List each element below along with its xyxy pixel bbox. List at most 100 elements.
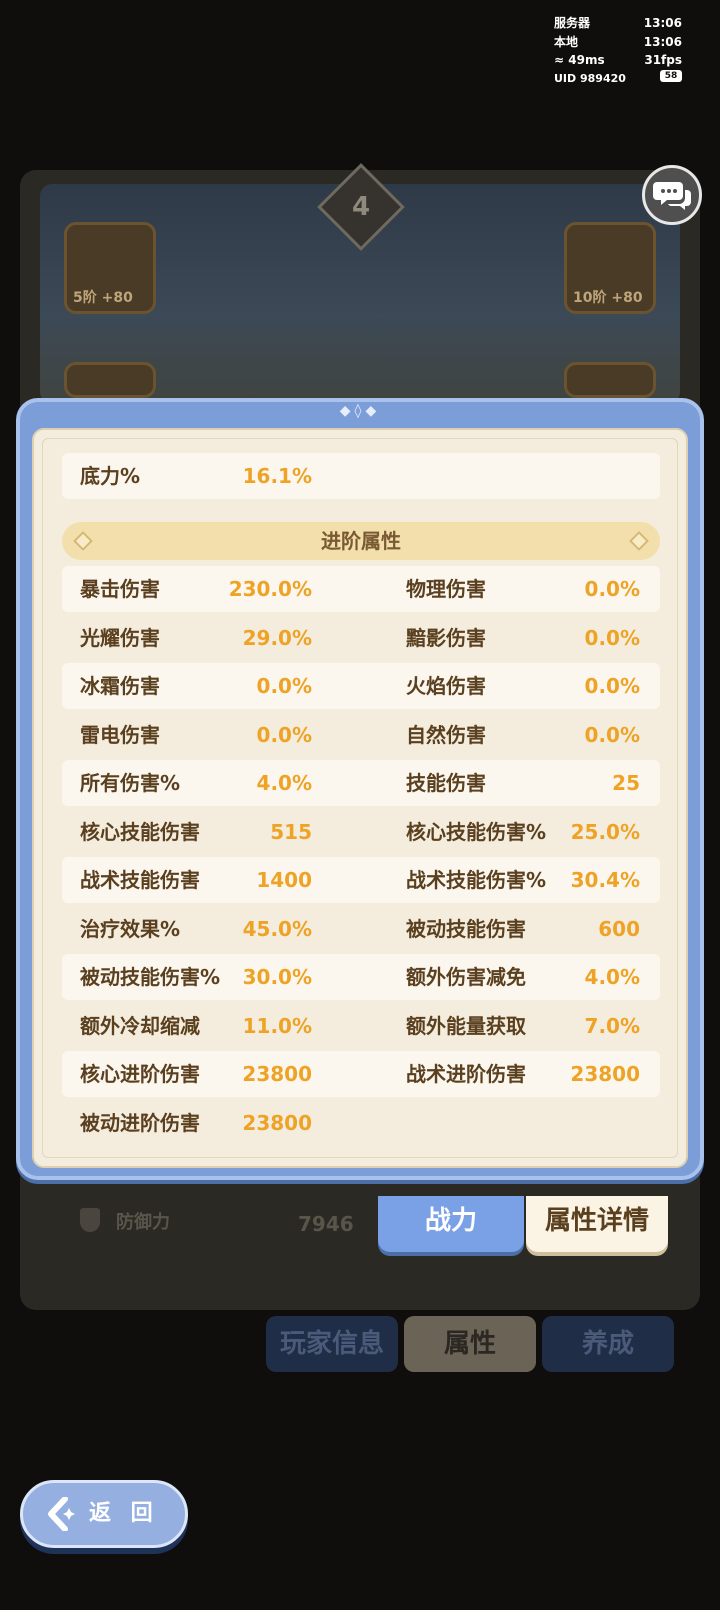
- stat-item: 光耀伤害 29.0%: [80, 615, 312, 661]
- stat-value: 515: [270, 820, 312, 844]
- stat-item: 被动技能伤害 600: [406, 906, 640, 952]
- stat-value: 4.0%: [584, 965, 640, 989]
- stat-value: 16.1%: [242, 464, 312, 488]
- ornament-icon: ◆◊◆: [339, 403, 381, 419]
- tab-attributes[interactable]: 属性: [404, 1316, 536, 1372]
- tab-combat-power[interactable]: 战力: [378, 1196, 524, 1252]
- local-label: 本地: [554, 34, 579, 49]
- stat-value: 25.0%: [570, 820, 640, 844]
- stat-item: 战术进阶伤害 23800: [406, 1051, 640, 1097]
- stat-name: 暴击伤害: [80, 577, 160, 601]
- stat-name: 自然伤害: [406, 723, 486, 747]
- stat-name: 战术技能伤害%: [406, 868, 547, 892]
- tab-attribute-details[interactable]: 属性详情: [526, 1196, 668, 1252]
- battery-icon: 58: [660, 69, 682, 82]
- equipment-slot[interactable]: [564, 362, 656, 398]
- stat-name: 被动技能伤害: [406, 917, 526, 941]
- stat-value: 0.0%: [584, 577, 640, 601]
- stat-value: 1400: [256, 868, 312, 892]
- stat-name: 核心技能伤害%: [406, 820, 547, 844]
- stat-name: 物理伤害: [406, 577, 486, 601]
- stat-name: 被动技能伤害%: [80, 965, 221, 989]
- stat-row: 光耀伤害 29.0% 黯影伤害 0.0%: [62, 615, 660, 661]
- stat-row: 核心进阶伤害 23800 战术进阶伤害 23800: [62, 1051, 660, 1097]
- stat-item: 额外伤害减免 4.0%: [406, 954, 640, 1000]
- local-time: 13:06: [643, 34, 682, 49]
- stat-value: 23800: [242, 1062, 312, 1086]
- helmet-slot[interactable]: 10阶 +80: [564, 222, 656, 314]
- section-header-advanced: 进阶属性: [62, 522, 660, 560]
- stat-row: 底力% 16.1%: [62, 453, 660, 499]
- stat-value: 11.0%: [242, 1014, 312, 1038]
- stat-value: 23800: [242, 1111, 312, 1135]
- back-arrow-icon: [48, 1497, 75, 1531]
- stat-value: 23800: [570, 1062, 640, 1086]
- stat-name: 底力%: [80, 464, 141, 488]
- stat-value: 0.0%: [256, 674, 312, 698]
- stat-name: 所有伤害%: [80, 771, 181, 795]
- stat-row: 雷电伤害 0.0% 自然伤害 0.0%: [62, 712, 660, 758]
- stat-value: 0.0%: [584, 626, 640, 650]
- tab-player-info[interactable]: 玩家信息: [266, 1316, 398, 1372]
- status-overlay: 服务器 13:06 本地 13:06 ≈ 49ms 31fps UID 989420 5…: [554, 14, 682, 88]
- stat-value: 7.0%: [584, 1014, 640, 1038]
- uid-label: UID 989420: [554, 71, 626, 85]
- stat-row: 战术技能伤害 1400 战术技能伤害% 30.4%: [62, 857, 660, 903]
- stat-name: 冰霜伤害: [80, 674, 160, 698]
- weapon-slot-level: 5阶 +80: [73, 290, 133, 306]
- stat-item: 技能伤害 25: [406, 760, 640, 806]
- back-button[interactable]: 返 回: [20, 1480, 188, 1548]
- wifi-icon: ≈: [554, 53, 565, 67]
- stat-value: 30.4%: [570, 868, 640, 892]
- shield-icon: [80, 1208, 100, 1232]
- ping-value: 49ms: [568, 53, 605, 67]
- server-time: 13:06: [643, 16, 682, 30]
- stat-name: 额外冷却缩减: [80, 1014, 200, 1038]
- equipment-slot[interactable]: [64, 362, 156, 398]
- stat-name: 技能伤害: [406, 771, 486, 795]
- stat-item: 所有伤害% 4.0%: [80, 760, 312, 806]
- stat-item: 额外能量获取 7.0%: [406, 1003, 640, 1049]
- stat-row: 额外冷却缩减 11.0% 额外能量获取 7.0%: [62, 1003, 660, 1049]
- stat-item: 战术技能伤害 1400: [80, 857, 312, 903]
- stat-value: 4.0%: [256, 771, 312, 795]
- stat-item: 治疗效果% 45.0%: [80, 906, 312, 952]
- stat-name: 黯影伤害: [406, 626, 486, 650]
- stat-item: 黯影伤害 0.0%: [406, 615, 640, 661]
- stat-name: 核心技能伤害: [80, 820, 200, 844]
- stat-row: 所有伤害% 4.0% 技能伤害 25: [62, 760, 660, 806]
- stat-item: 自然伤害 0.0%: [406, 712, 640, 758]
- stat-name: 战术进阶伤害: [406, 1062, 526, 1086]
- defense-value: 7946: [298, 1212, 354, 1236]
- stat-name: 战术技能伤害: [80, 868, 200, 892]
- helmet-slot-level: 10阶 +80: [573, 290, 643, 306]
- stat-value: 600: [598, 917, 640, 941]
- stat-item: 被动进阶伤害 23800: [80, 1100, 312, 1146]
- back-label: 返 回: [89, 1501, 159, 1526]
- stat-value: 29.0%: [242, 626, 312, 650]
- stat-item: 被动技能伤害% 30.0%: [80, 954, 312, 1000]
- stat-row: 冰霜伤害 0.0% 火焰伤害 0.0%: [62, 663, 660, 709]
- stat-item: 核心技能伤害 515: [80, 809, 312, 855]
- stat-row: 被动进阶伤害 23800: [62, 1100, 660, 1146]
- stat-name: 被动进阶伤害: [80, 1111, 200, 1135]
- stat-name: 雷电伤害: [80, 723, 160, 747]
- stat-item: 火焰伤害 0.0%: [406, 663, 640, 709]
- stat-name: 火焰伤害: [406, 674, 486, 698]
- stat-value: 30.0%: [242, 965, 312, 989]
- stat-item: 暴击伤害 230.0%: [80, 566, 312, 612]
- stat-item: 物理伤害 0.0%: [406, 566, 640, 612]
- stat-value: 0.0%: [256, 723, 312, 747]
- stat-item: 冰霜伤害 0.0%: [80, 663, 312, 709]
- stat-value: 0.0%: [584, 723, 640, 747]
- stat-item: 底力% 16.1%: [80, 453, 312, 499]
- weapon-slot[interactable]: 5阶 +80: [64, 222, 156, 314]
- stat-row: 治疗效果% 45.0% 被动技能伤害 600: [62, 906, 660, 952]
- stat-name: 额外伤害减免: [406, 965, 526, 989]
- section-title: 进阶属性: [321, 529, 401, 553]
- server-label: 服务器: [554, 16, 591, 30]
- chat-button[interactable]: [642, 165, 702, 225]
- tab-development[interactable]: 养成: [542, 1316, 674, 1372]
- stat-value: 230.0%: [228, 577, 312, 601]
- stat-item: 核心技能伤害% 25.0%: [406, 809, 640, 855]
